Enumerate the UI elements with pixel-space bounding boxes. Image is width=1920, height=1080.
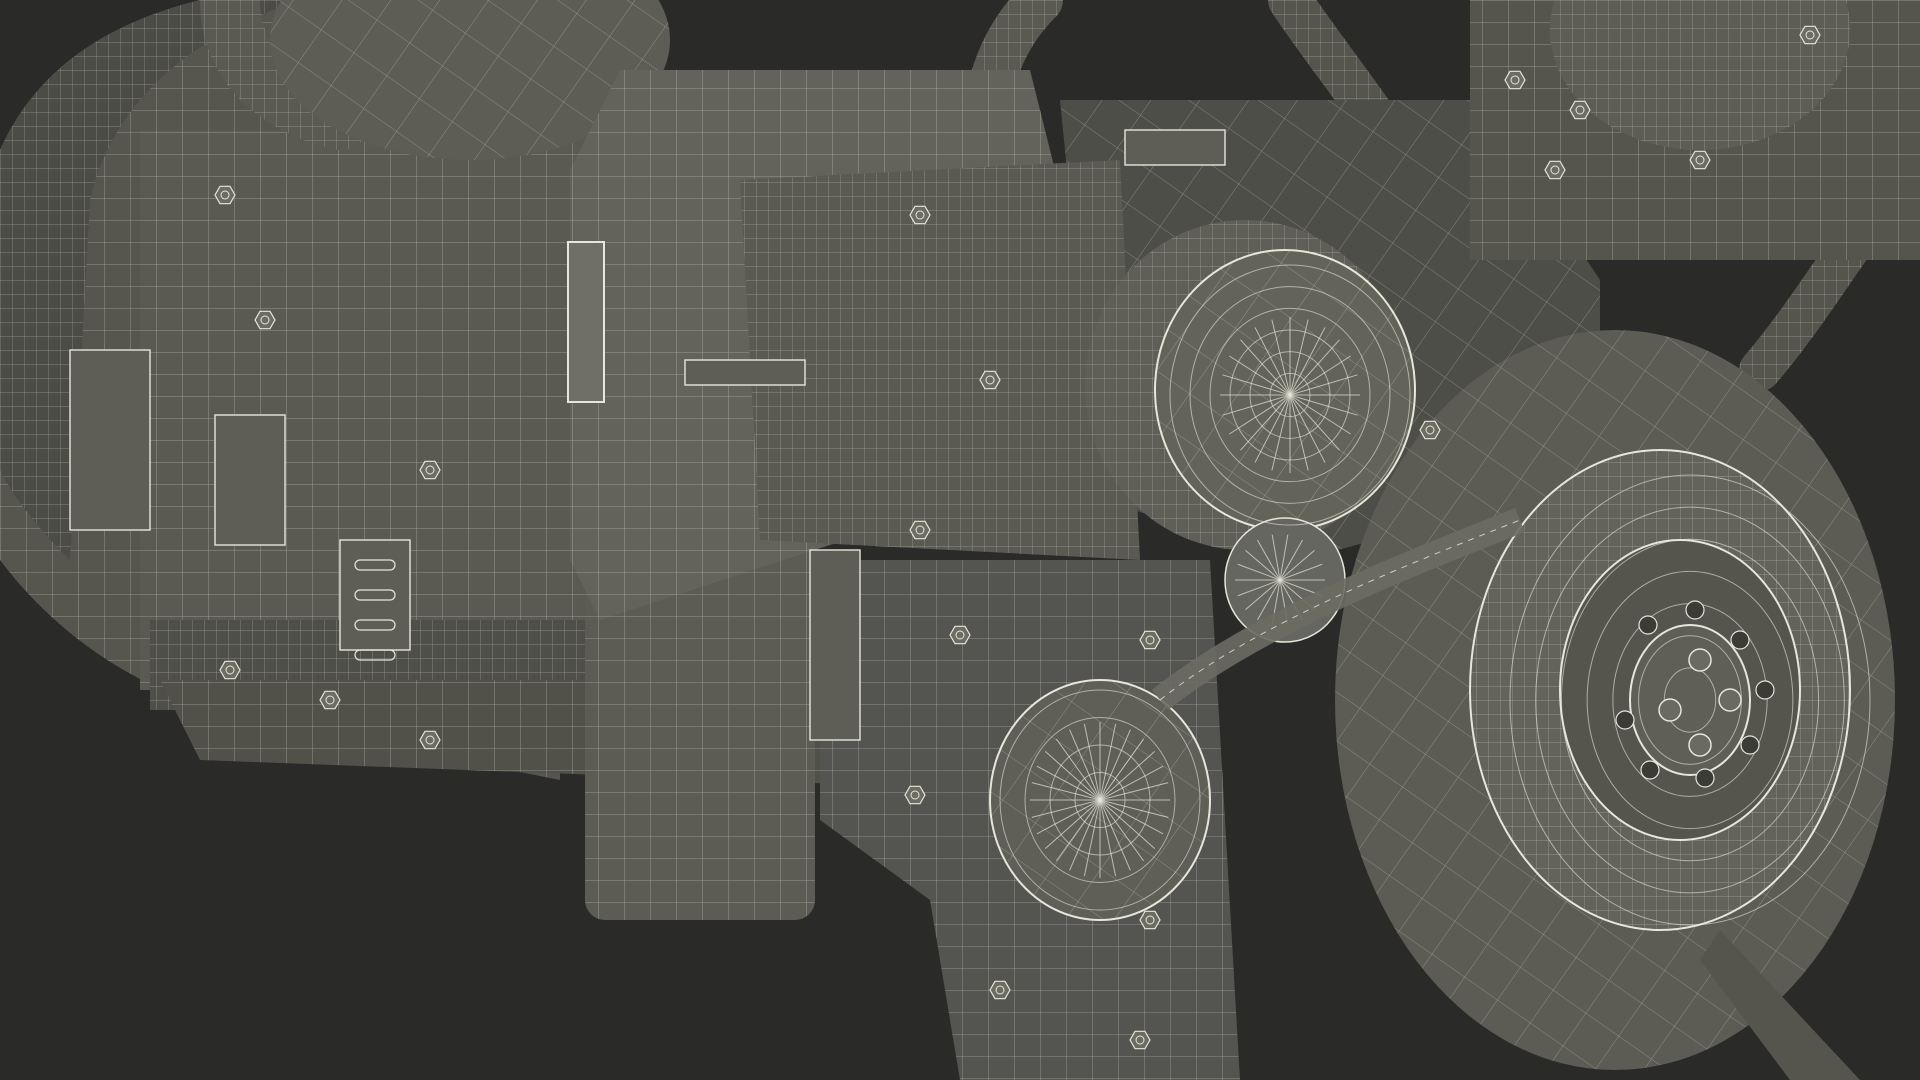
hex-bolt xyxy=(419,460,441,480)
hex-bolt xyxy=(909,205,931,225)
hub-bolt-hole xyxy=(1730,630,1750,650)
hex-bolt xyxy=(254,310,276,330)
mounting-bracket xyxy=(339,539,411,651)
mounting-bracket xyxy=(214,414,286,546)
hex-bolt xyxy=(1689,150,1711,170)
hex-bolt xyxy=(219,660,241,680)
hub-bolt xyxy=(1688,733,1712,757)
hex-bolt xyxy=(319,690,341,710)
hub-bolt xyxy=(1688,648,1712,672)
hex-bolt xyxy=(214,185,236,205)
hub-bolt xyxy=(1718,688,1742,712)
mounting-bracket xyxy=(69,349,151,531)
hub-bolt-hole xyxy=(1740,735,1760,755)
hex-bolt xyxy=(904,785,926,805)
hub-bolt-hole xyxy=(1615,710,1635,730)
hex-bolt xyxy=(909,520,931,540)
hub-bolt-hole xyxy=(1685,600,1705,620)
hex-bolt xyxy=(1419,420,1441,440)
hex-bolt xyxy=(1799,25,1821,45)
hex-bolt xyxy=(1569,100,1591,120)
hub-bolt-hole xyxy=(1640,760,1660,780)
hex-bolt xyxy=(1504,70,1526,90)
hex-bolt xyxy=(949,625,971,645)
hex-bolt xyxy=(419,730,441,750)
render-viewport xyxy=(0,0,1920,1080)
mounting-bracket xyxy=(809,549,861,741)
hex-bolt xyxy=(1139,910,1161,930)
engine-wireframe-render xyxy=(0,0,1920,1080)
hex-bolt xyxy=(979,370,1001,390)
mounting-bracket xyxy=(684,359,806,386)
hub-bolt-hole xyxy=(1638,615,1658,635)
hex-bolt xyxy=(989,980,1011,1000)
hex-bolt xyxy=(1129,1030,1151,1050)
hub-bolt-hole xyxy=(1755,680,1775,700)
hub-bolt xyxy=(1658,698,1682,722)
hub-bolt-hole xyxy=(1695,768,1715,788)
hex-bolt xyxy=(1544,160,1566,180)
hex-bolt xyxy=(1139,630,1161,650)
mounting-bracket xyxy=(1124,129,1226,166)
